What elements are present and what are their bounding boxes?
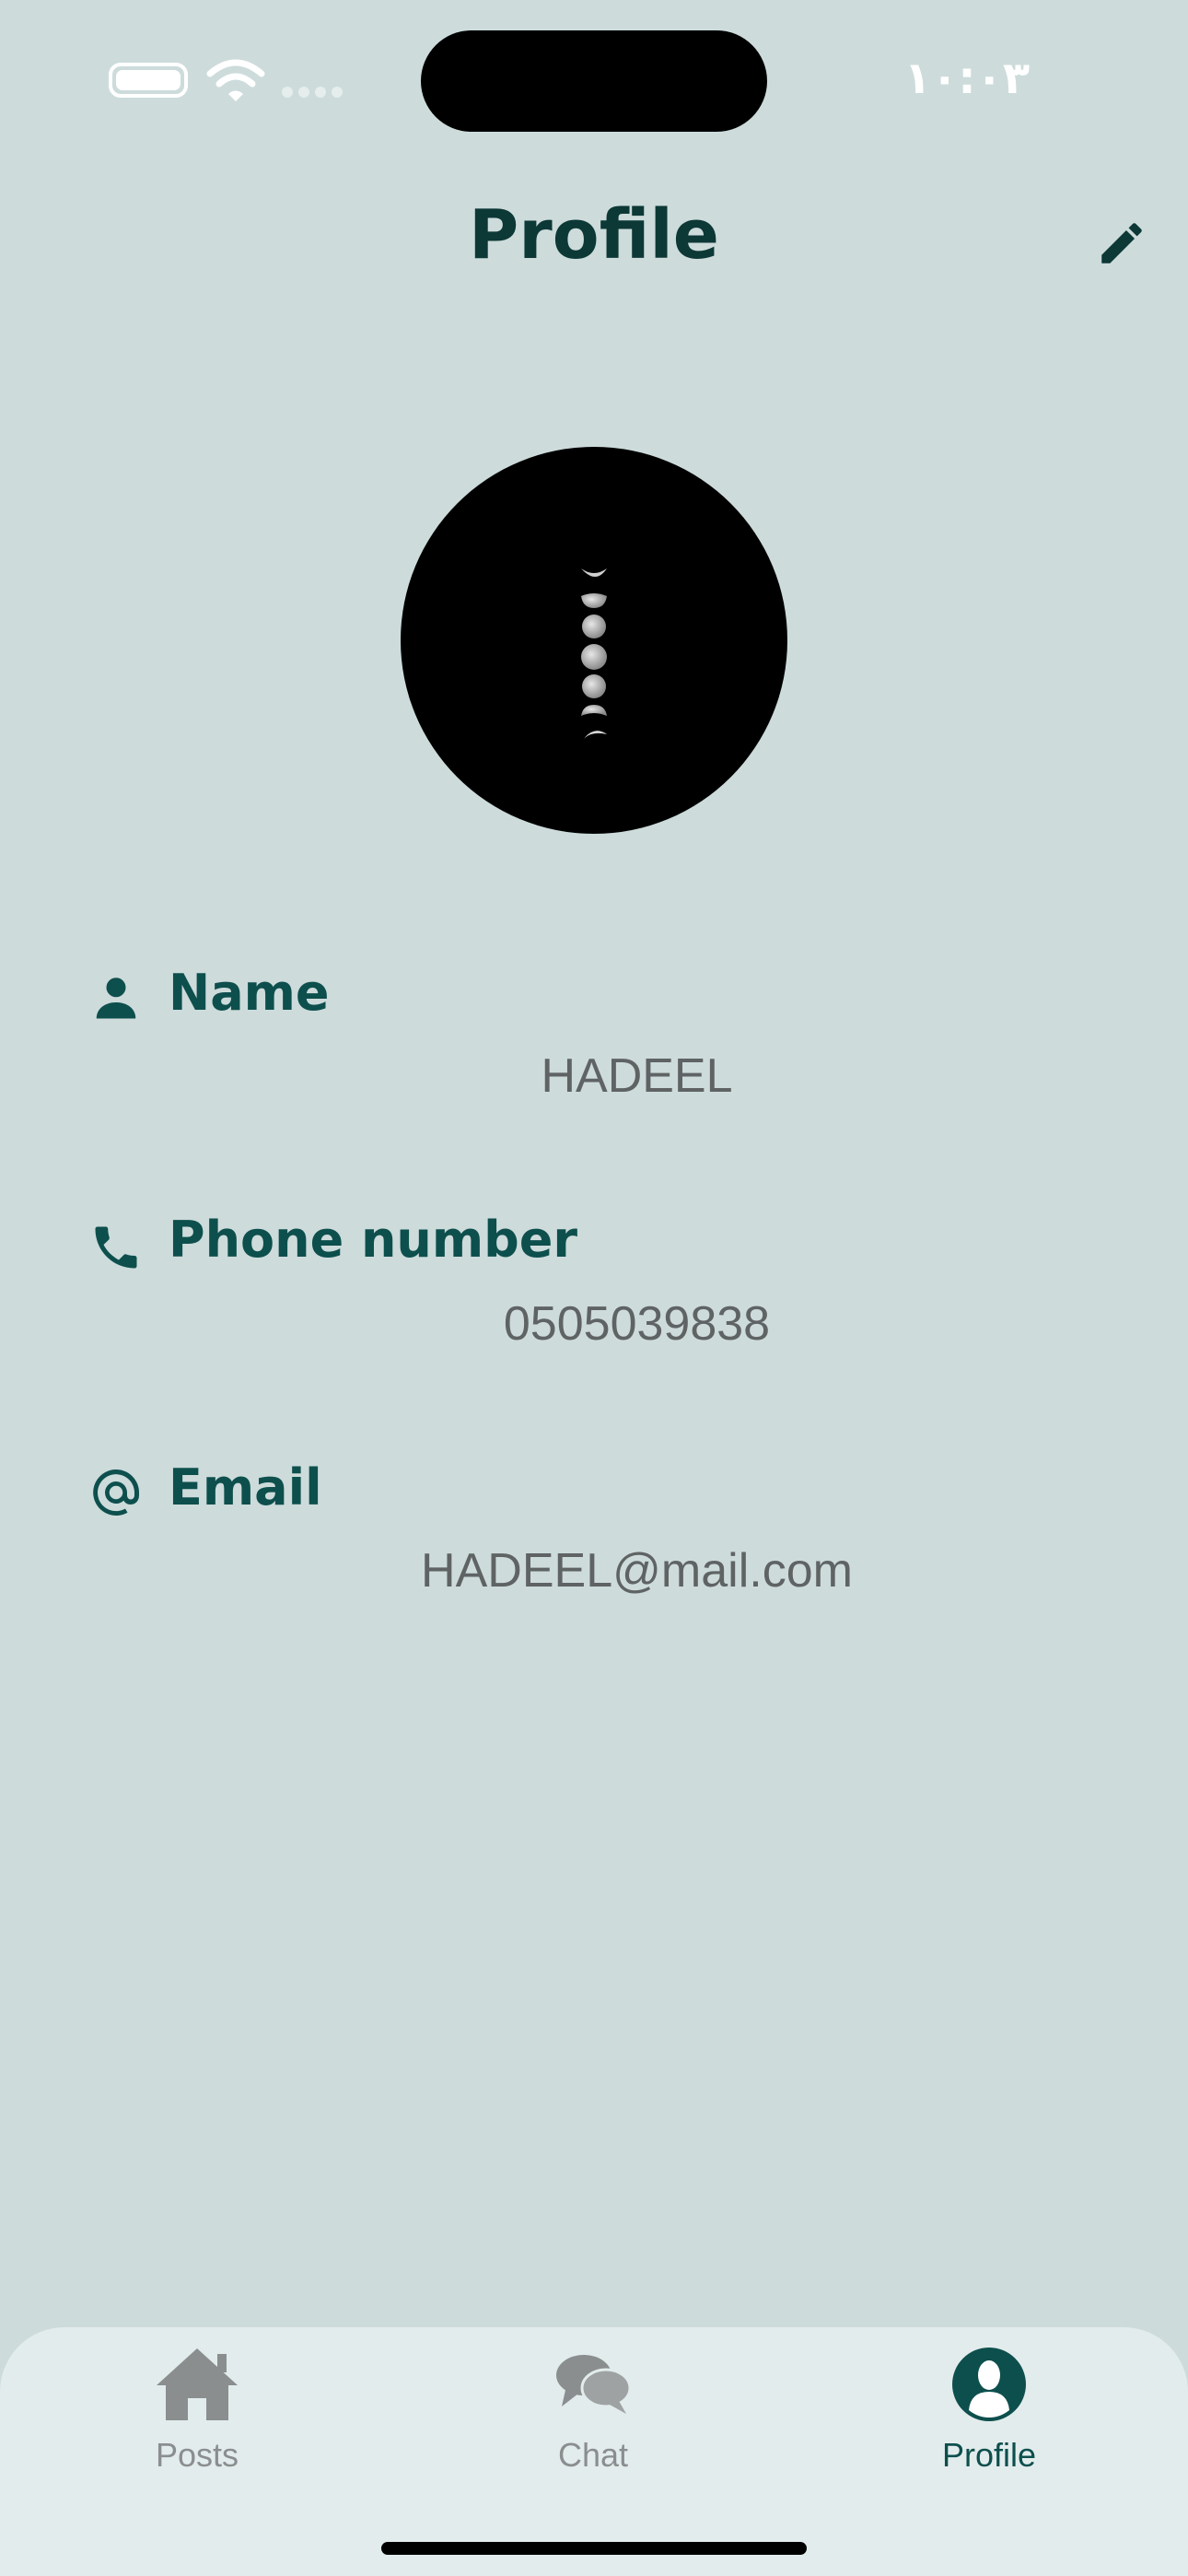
battery-icon (109, 63, 188, 98)
status-bar: ١٠:٠٣ (0, 0, 1188, 147)
tab-chat-label: Chat (557, 2436, 629, 2474)
pencil-icon (1101, 223, 1142, 263)
tab-posts[interactable]: Posts (87, 2340, 308, 2478)
cellular-signal-icon (282, 87, 343, 98)
tab-profile[interactable]: Profile (879, 2340, 1100, 2478)
dynamic-island (421, 30, 767, 132)
profile-avatar[interactable] (401, 447, 787, 834)
chat-bubbles-icon (556, 2355, 632, 2414)
at-sign-icon (93, 1469, 139, 1516)
email-label: Email (169, 1458, 322, 1516)
tab-posts-label: Posts (155, 2436, 239, 2474)
phone-value: 0505039838 (503, 1297, 771, 1351)
name-value: HADEEL (541, 1049, 733, 1103)
phone-label: Phone number (169, 1211, 578, 1269)
email-value: HADEEL@mail.com (421, 1544, 853, 1598)
status-time: ١٠:٠٣ (903, 53, 1031, 104)
name-label: Name (169, 964, 330, 1022)
home-indicator (381, 2542, 807, 2555)
phone-icon (95, 1226, 137, 1269)
profile-icon (952, 2348, 1026, 2421)
tab-chat[interactable]: Chat (483, 2340, 704, 2478)
edit-profile-button[interactable] (1089, 210, 1155, 276)
moon-phases-image (581, 568, 607, 740)
wifi-icon (206, 59, 265, 101)
person-icon (96, 978, 136, 1019)
tab-profile-label: Profile (941, 2436, 1037, 2474)
home-icon (157, 2348, 238, 2420)
page-title: Profile (469, 195, 719, 275)
